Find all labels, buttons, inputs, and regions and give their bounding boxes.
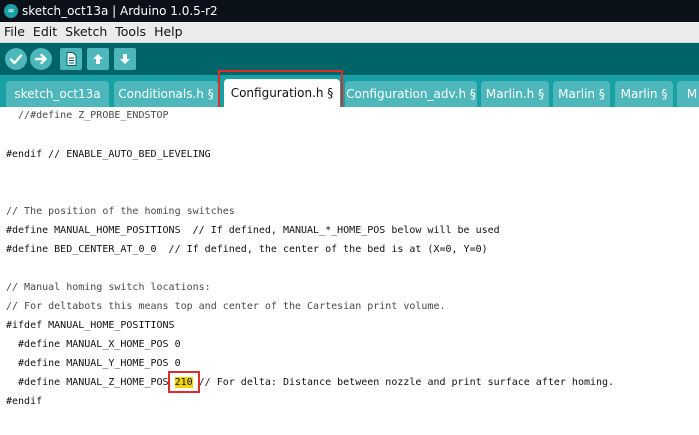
tab-sketch-oct13a[interactable]: sketch_oct13a xyxy=(6,81,109,107)
code-line: #define MANUAL_X_HOME_POS 0 xyxy=(6,339,181,350)
menu-help[interactable]: Help xyxy=(150,22,187,42)
code-line: #endif // ENABLE_AUTO_BED_LEVELING xyxy=(6,149,211,160)
tab-marlin-h[interactable]: Marlin.h § xyxy=(481,81,549,107)
code-line: //#define Z_PROBE_ENDSTOP xyxy=(6,110,169,121)
open-button[interactable] xyxy=(87,48,109,70)
tab-configuration-adv[interactable]: Configuration_adv.h § xyxy=(345,81,477,107)
code-line: #endif xyxy=(6,396,43,407)
tab-marlin-2[interactable]: Marlin § xyxy=(615,81,673,107)
menu-bar: File Edit Sketch Tools Help xyxy=(0,22,699,43)
tab-marlin-1[interactable]: Marlin § xyxy=(553,81,610,107)
code-line: #ifdef MANUAL_HOME_POSITIONS xyxy=(6,320,175,331)
window-title: sketch_oct13a | Arduino 1.0.5-r2 xyxy=(22,4,218,18)
verify-button[interactable] xyxy=(5,48,27,70)
tab-more[interactable]: M xyxy=(677,81,699,107)
code-line-z-home: #define MANUAL_Z_HOME_POS 210 // For del… xyxy=(6,376,614,390)
menu-tools[interactable]: Tools xyxy=(111,22,150,42)
code-text: #define MANUAL_Z_HOME_POS xyxy=(6,377,175,388)
code-line: // For deltabots this means top and cent… xyxy=(6,301,446,312)
save-icon xyxy=(120,54,130,64)
new-icon xyxy=(66,52,77,66)
menu-file[interactable]: File xyxy=(0,22,29,42)
open-icon xyxy=(93,54,103,64)
title-bar: ∞ sketch_oct13a | Arduino 1.0.5-r2 xyxy=(0,0,699,22)
menu-sketch[interactable]: Sketch xyxy=(61,22,111,42)
new-button[interactable] xyxy=(60,48,82,70)
upload-button[interactable] xyxy=(30,48,52,70)
upload-icon xyxy=(34,53,47,65)
code-line: #define BED_CENTER_AT_0_0 // If defined,… xyxy=(6,244,488,255)
z-home-value: 210 xyxy=(174,377,193,388)
code-line: #define MANUAL_HOME_POSITIONS // If defi… xyxy=(6,225,500,236)
toolbar xyxy=(0,43,699,75)
tabs-bar: sketch_oct13a Conditionals.h § Configura… xyxy=(0,75,699,107)
tab-configuration[interactable]: Configuration.h § xyxy=(224,79,340,107)
code-line: // Manual homing switch locations: xyxy=(6,282,211,293)
menu-edit[interactable]: Edit xyxy=(29,22,61,42)
save-button[interactable] xyxy=(114,48,136,70)
code-line: // The position of the homing switches xyxy=(6,206,235,217)
code-text: // For delta: Distance between nozzle an… xyxy=(192,377,615,388)
arduino-logo-icon: ∞ xyxy=(4,4,18,18)
verify-icon xyxy=(9,54,23,65)
tab-conditionals[interactable]: Conditionals.h § xyxy=(114,81,218,107)
code-line: #define MANUAL_Y_HOME_POS 0 xyxy=(6,358,181,369)
